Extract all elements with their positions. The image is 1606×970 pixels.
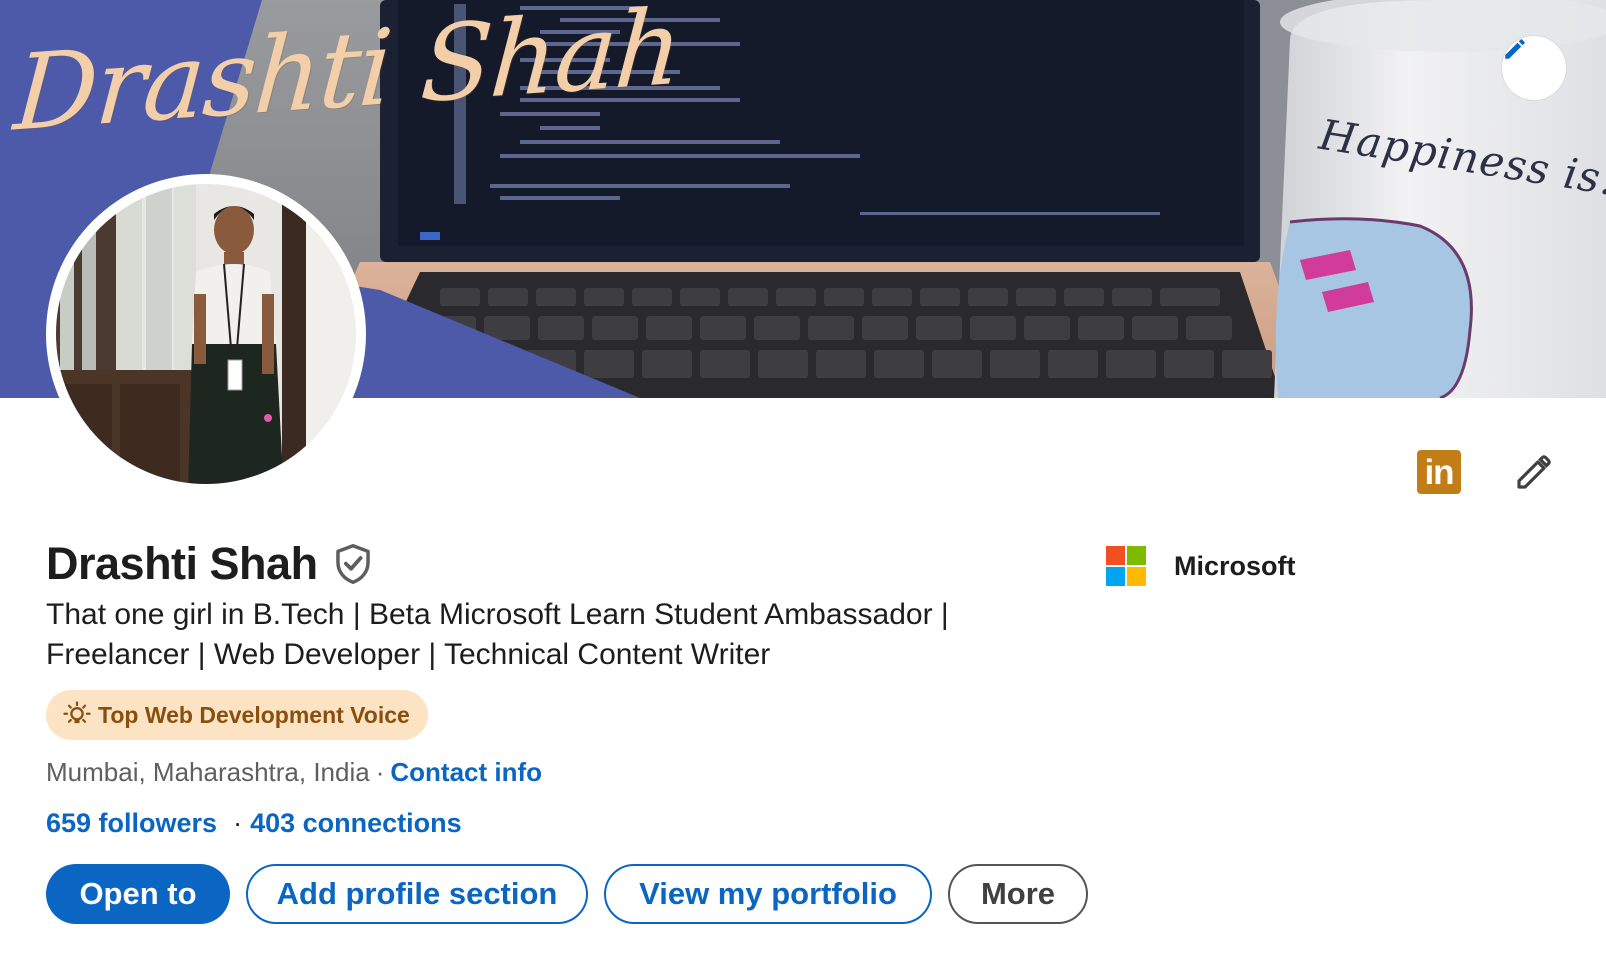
logo-square-blue bbox=[1106, 567, 1125, 586]
network-separator: · bbox=[233, 808, 243, 838]
network-row: 659 followers · 403 connections bbox=[46, 808, 462, 839]
pencil-icon bbox=[1517, 455, 1551, 489]
name-row: Drashti Shah bbox=[46, 538, 372, 590]
logo-square-yellow bbox=[1127, 567, 1146, 586]
lightbulb-icon bbox=[63, 701, 91, 724]
top-voice-badge[interactable]: Top Web Development Voice bbox=[46, 690, 428, 740]
profile-location: Mumbai, Maharashtra, India bbox=[46, 757, 370, 787]
view-portfolio-button[interactable]: View my portfolio bbox=[604, 864, 932, 924]
more-button[interactable]: More bbox=[948, 864, 1088, 924]
current-company[interactable]: Microsoft bbox=[1106, 546, 1296, 586]
followers-link[interactable]: 659 followers bbox=[46, 808, 217, 838]
top-voice-label: Top Web Development Voice bbox=[98, 701, 410, 728]
linkedin-premium-badge[interactable]: in bbox=[1417, 450, 1461, 494]
linkedin-logo-icon: in bbox=[1424, 453, 1454, 492]
connections-link[interactable]: 403 connections bbox=[250, 808, 462, 838]
edit-intro-button[interactable] bbox=[1508, 448, 1558, 498]
profile-card: Drashti Shah Happiness is.. in Drashti S… bbox=[0, 0, 1606, 970]
location-separator: · bbox=[375, 757, 385, 787]
logo-square-red bbox=[1106, 546, 1125, 565]
microsoft-logo-icon bbox=[1106, 546, 1146, 586]
profile-photo[interactable] bbox=[46, 174, 366, 494]
profile-photo-image bbox=[48, 176, 364, 492]
location-row: Mumbai, Maharashtra, India · Contact info bbox=[46, 757, 542, 788]
open-to-button[interactable]: Open to bbox=[46, 864, 230, 924]
company-name: Microsoft bbox=[1174, 550, 1296, 581]
verified-shield-icon[interactable] bbox=[334, 543, 372, 585]
pencil-icon bbox=[1505, 39, 1525, 59]
profile-name: Drashti Shah bbox=[46, 538, 318, 589]
profile-headline: That one girl in B.Tech | Beta Microsoft… bbox=[46, 598, 949, 671]
profile-actions: Open to Add profile section View my port… bbox=[46, 864, 1104, 924]
logo-square-green bbox=[1127, 546, 1146, 565]
contact-info-link[interactable]: Contact info bbox=[390, 757, 542, 787]
edit-banner-button[interactable] bbox=[1502, 36, 1566, 100]
add-profile-section-button[interactable]: Add profile section bbox=[246, 864, 588, 924]
